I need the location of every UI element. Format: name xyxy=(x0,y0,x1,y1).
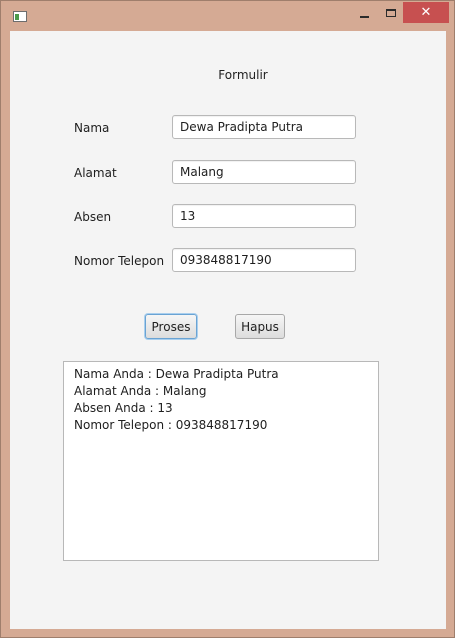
minimize-icon xyxy=(360,15,369,18)
output-line-absen: Absen Anda : 13 xyxy=(74,401,173,415)
minimize-button[interactable] xyxy=(351,2,378,23)
output-line-alamat: Alamat Anda : Malang xyxy=(74,384,207,398)
form-title: Formulir xyxy=(218,68,268,82)
close-button[interactable]: ✕ xyxy=(403,2,449,23)
alamat-input[interactable] xyxy=(172,160,356,184)
absen-label: Absen xyxy=(74,210,112,224)
absen-input[interactable] xyxy=(172,204,356,228)
app-window: ✕ Formulir Nama Alamat Absen Nomor Telep… xyxy=(0,0,455,638)
output-text-area[interactable]: Nama Anda : Dewa Pradipta Putra Alamat A… xyxy=(63,361,379,561)
app-window-icon[interactable] xyxy=(13,11,27,22)
close-icon: ✕ xyxy=(420,5,432,20)
proses-button[interactable]: Proses xyxy=(145,314,197,339)
output-line-nama: Nama Anda : Dewa Pradipta Putra xyxy=(74,367,279,381)
output-line-nomor-telepon: Nomor Telepon : 093848817190 xyxy=(74,418,268,432)
nomor-telepon-label: Nomor Telepon xyxy=(74,254,165,268)
title-bar[interactable]: ✕ xyxy=(1,1,454,31)
nama-input[interactable] xyxy=(172,115,356,139)
maximize-icon xyxy=(385,8,396,17)
alamat-label: Alamat xyxy=(74,166,117,180)
nama-label: Nama xyxy=(74,121,110,135)
hapus-button[interactable]: Hapus xyxy=(235,314,285,339)
form-panel: Formulir Nama Alamat Absen Nomor Telepon… xyxy=(10,31,446,629)
maximize-button[interactable] xyxy=(378,2,403,23)
nomor-telepon-input[interactable] xyxy=(172,248,356,272)
